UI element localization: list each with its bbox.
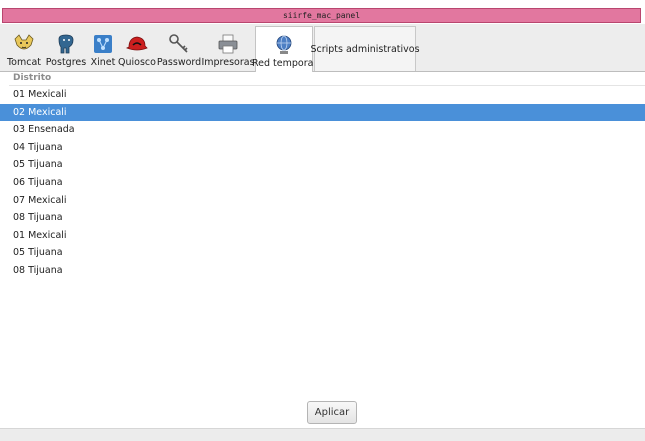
list-item[interactable]: 03 Ensenada (9, 121, 645, 139)
list-item[interactable]: 04 Tijuana (9, 139, 645, 157)
window-title: siirfe_mac_panel (282, 11, 361, 20)
list-item[interactable]: 01 Mexicali (9, 227, 645, 245)
column-header-distrito[interactable]: Distrito (9, 72, 645, 86)
postgres-elephant-icon (58, 34, 74, 54)
tab-scripts-administrativos[interactable]: Scripts administrativos (310, 26, 420, 71)
list-item[interactable]: 06 Tijuana (9, 174, 645, 192)
list-item-selected[interactable]: 02 Mexicali (0, 103, 645, 122)
red-hat-icon (126, 36, 148, 51)
network-icon (94, 35, 112, 53)
tab-label: Password (156, 57, 202, 68)
printer-icon (218, 34, 238, 54)
list-item[interactable]: 07 Mexicali (9, 192, 645, 210)
list-item[interactable]: 08 Tijuana (9, 209, 645, 227)
tab-label: Red temporal (251, 58, 317, 69)
app-window: siirfe_mac_panel Tomcat Postgres Xinet Q… (0, 0, 645, 441)
status-bar (0, 428, 645, 441)
title-bar[interactable]: siirfe_mac_panel (2, 8, 641, 23)
globe-network-icon (276, 35, 292, 54)
list-item[interactable]: 05 Tijuana (9, 244, 645, 262)
tab-password[interactable]: Password (157, 26, 201, 71)
tab-tomcat[interactable]: Tomcat (6, 26, 42, 71)
tab-label: Postgres (45, 57, 87, 68)
list-item[interactable]: 08 Tijuana (9, 262, 645, 280)
tab-label: Xinet (90, 57, 116, 68)
list-item[interactable]: 05 Tijuana (9, 156, 645, 174)
tab-quiosco[interactable]: Quiosco (118, 26, 156, 71)
district-list[interactable]: Distrito 01 Mexicali 02 Mexicali 03 Ense… (0, 72, 645, 280)
apply-button[interactable]: Aplicar (307, 401, 357, 424)
tab-label: Tomcat (6, 57, 42, 68)
tab-label: Impresoras (201, 57, 255, 68)
tab-red-temporal[interactable]: Red temporal (251, 26, 317, 72)
tab-xinet[interactable]: Xinet (89, 26, 117, 71)
list-item[interactable]: 01 Mexicali (9, 86, 645, 104)
keys-icon (169, 34, 188, 53)
tomcat-icon (14, 34, 34, 50)
tab-postgres[interactable]: Postgres (46, 26, 86, 71)
tab-bar: Tomcat Postgres Xinet Quiosco Password I… (0, 24, 645, 72)
tab-impresoras[interactable]: Impresoras (201, 26, 255, 71)
tab-label: Scripts administrativos (310, 43, 420, 55)
tab-label: Quiosco (118, 57, 156, 68)
